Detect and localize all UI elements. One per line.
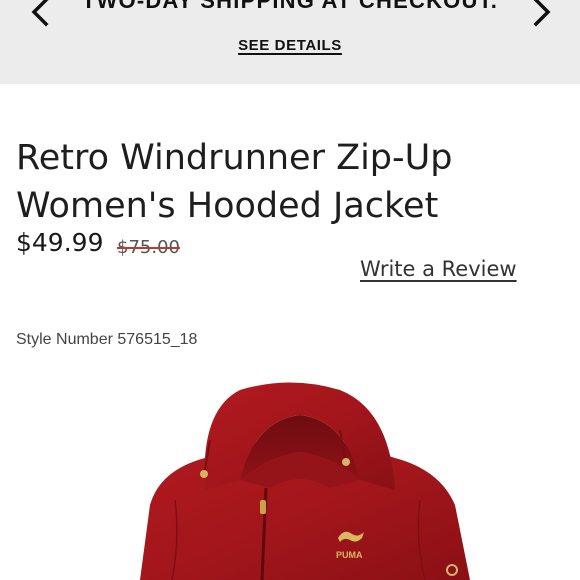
original-price: $75.00 [117, 237, 180, 258]
product-title: Retro Windrunner Zip-Up Women's Hooded J… [16, 138, 453, 226]
puma-logo-text: PUMA [336, 550, 363, 560]
promo-headline: TWO-DAY SHIPPING AT CHECKOUT. [81, 0, 499, 13]
chevron-right-icon[interactable] [528, 0, 556, 30]
chevron-left-icon[interactable] [26, 0, 54, 30]
see-details-link[interactable]: SEE DETAILS [238, 37, 342, 54]
product-image: PUMA [140, 382, 470, 580]
see-details-wrapper: SEE DETAILS [0, 35, 580, 54]
sale-price: $49.99 [16, 228, 104, 257]
write-review-link[interactable]: Write a Review [360, 257, 517, 281]
style-number: Style Number 576515_18 [16, 331, 198, 348]
promo-banner: TWO-DAY SHIPPING AT CHECKOUT. SEE DETAIL… [0, 0, 580, 84]
